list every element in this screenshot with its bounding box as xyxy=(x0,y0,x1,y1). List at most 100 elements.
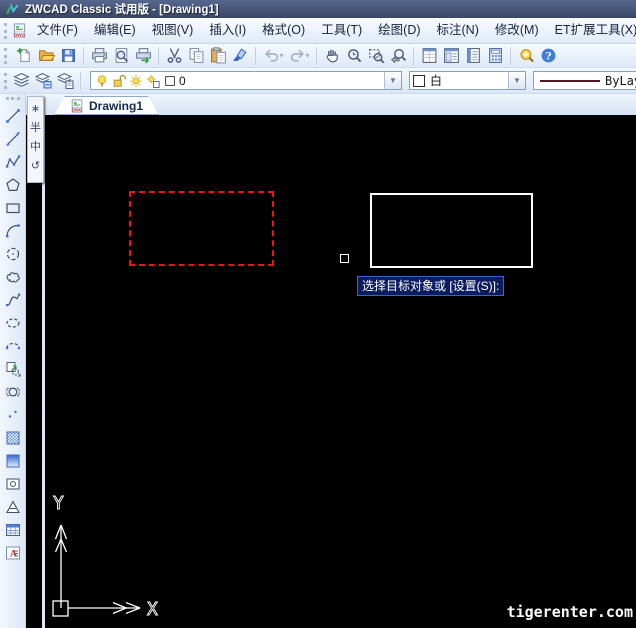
wipeout-icon[interactable] xyxy=(3,498,23,515)
svg-text:?: ? xyxy=(545,50,551,63)
gradient-icon[interactable] xyxy=(3,452,23,469)
tab-drawing1[interactable]: DWG Drawing1 xyxy=(54,96,159,115)
layer-toolbar-grip[interactable] xyxy=(4,72,7,89)
draw-toolbar-grip[interactable] xyxy=(5,97,20,103)
layer-color-swatch xyxy=(161,73,178,89)
standard-toolbar-buttons: ▾ ▾? xyxy=(13,46,559,66)
polyline-icon[interactable] xyxy=(3,153,23,170)
linetype-combobox[interactable]: ByLayer xyxy=(533,71,636,90)
menu-item-0[interactable]: 文件(F) xyxy=(29,18,86,43)
print-preview-icon[interactable] xyxy=(110,46,132,66)
ucs-icon: Y X xyxy=(52,493,158,620)
circle-icon[interactable] xyxy=(3,245,23,262)
layer-combobox[interactable]: 0 ▼ xyxy=(90,71,402,90)
match-properties-icon[interactable] xyxy=(229,46,251,66)
osnap-center-icon[interactable]: ↺ xyxy=(28,158,43,174)
region-icon[interactable] xyxy=(3,475,23,492)
color-combo-dropdown-icon[interactable]: ▼ xyxy=(508,72,525,89)
zwcad-logo-icon xyxy=(5,2,20,16)
color-value: 白 xyxy=(430,74,443,88)
make-block-icon[interactable] xyxy=(3,383,23,400)
draw-toolbar-buttons: A xyxy=(3,107,23,567)
color-combobox[interactable]: 白 ▼ xyxy=(409,71,526,90)
osnap-midpoint-icon[interactable]: 中 xyxy=(28,139,43,155)
unlock-icon xyxy=(110,73,127,89)
layer-manager-icon[interactable] xyxy=(10,71,32,91)
window-title: ZWCAD Classic 试用版 - [Drawing1] xyxy=(25,4,219,16)
insert-block-icon[interactable] xyxy=(3,360,23,377)
menu-item-7[interactable]: 标注(N) xyxy=(429,18,487,43)
plot-icon[interactable] xyxy=(132,46,154,66)
osnap-buttons: ∗ 半中 ↺ xyxy=(28,101,43,174)
logo-holder xyxy=(5,2,20,16)
selected-rectangle-entity[interactable] xyxy=(129,191,274,266)
zwcad-window: { "window": { "title": "ZWCAD Classic 试用… xyxy=(0,0,636,628)
zoom-realtime-icon[interactable] xyxy=(343,46,365,66)
rectangle-entity[interactable] xyxy=(370,193,533,268)
layer-states-icon[interactable] xyxy=(54,71,76,91)
osnap-mini-toolbar: ∗ 半中 ↺ xyxy=(27,96,44,183)
polygon-icon[interactable] xyxy=(3,176,23,193)
line-icon[interactable] xyxy=(3,107,23,124)
menu-grip[interactable] xyxy=(4,22,7,39)
menu-item-3[interactable]: 插入(I) xyxy=(201,18,254,43)
osnap-from-icon[interactable]: 半 xyxy=(28,120,43,136)
drawing-canvas[interactable]: 选择目标对象或 [设置(S)]: Y X tigerenter.com xyxy=(26,115,636,628)
color-swatch-white xyxy=(413,74,425,87)
menu-item-4[interactable]: 格式(O) xyxy=(254,18,313,43)
menu-item-6[interactable]: 绘图(D) xyxy=(370,18,428,43)
table-icon[interactable] xyxy=(3,521,23,538)
menu-item-5[interactable]: 工具(T) xyxy=(313,18,370,43)
revision-cloud-icon[interactable] xyxy=(3,268,23,285)
sun-icon xyxy=(127,73,144,89)
dwg-file-icon[interactable]: DWG xyxy=(10,23,29,38)
watermark-text: tigerenter.com xyxy=(506,603,633,621)
zoom-previous-icon[interactable] xyxy=(387,46,409,66)
standard-toolbar-grip[interactable] xyxy=(4,47,10,64)
document-tab-bar: DWG Drawing1 xyxy=(26,94,636,115)
menu-item-9[interactable]: ET扩展工具(X) xyxy=(547,18,636,43)
arc-icon[interactable] xyxy=(3,222,23,239)
properties-palette-icon[interactable] xyxy=(418,46,440,66)
bulb-icon xyxy=(93,73,110,89)
tab-label: Drawing1 xyxy=(89,98,144,113)
menu-item-8[interactable]: 修改(M) xyxy=(487,18,547,43)
menu-item-1[interactable]: 编辑(E) xyxy=(86,18,144,43)
rectangle-icon[interactable] xyxy=(3,199,23,216)
osnap-temp-track-icon[interactable]: ∗ xyxy=(28,101,43,117)
construction-line-icon[interactable] xyxy=(3,130,23,147)
layer-name-value: 0 xyxy=(179,73,186,88)
pan-icon[interactable] xyxy=(321,46,343,66)
spline-icon[interactable] xyxy=(3,291,23,308)
print-icon[interactable] xyxy=(88,46,110,66)
tab-icon-holder: DWG xyxy=(70,99,84,113)
tool-palettes-icon[interactable] xyxy=(462,46,484,66)
ellipse-arc-icon[interactable] xyxy=(3,337,23,354)
ellipse-icon[interactable] xyxy=(3,314,23,331)
find-icon[interactable] xyxy=(515,46,537,66)
toolbar-separator xyxy=(158,46,159,65)
layer-previous-icon[interactable] xyxy=(32,71,54,91)
layer-combo-dropdown-icon[interactable]: ▼ xyxy=(384,72,401,89)
cut-icon[interactable] xyxy=(163,46,185,66)
zoom-window-icon[interactable] xyxy=(365,46,387,66)
toolbar-separator xyxy=(413,46,414,65)
freeze-viewport-icon xyxy=(144,73,161,89)
menu-bar: DWG 文件(F) 编辑(E) 视图(V) 插入(I) 格式(O) 工具(T) 绘图(D) 标… xyxy=(0,18,636,44)
help-icon[interactable]: ? xyxy=(537,46,559,66)
hatch-icon[interactable] xyxy=(3,429,23,446)
new-file-icon[interactable] xyxy=(13,46,35,66)
quick-calc-icon[interactable] xyxy=(484,46,506,66)
design-center-icon[interactable] xyxy=(440,46,462,66)
paste-icon[interactable] xyxy=(207,46,229,66)
point-icon[interactable] xyxy=(3,406,23,423)
redo-dropdown-icon[interactable]: ▾ xyxy=(303,46,312,66)
open-icon[interactable] xyxy=(35,46,57,66)
mtext-icon[interactable]: A xyxy=(3,544,23,561)
undo-dropdown-icon[interactable]: ▾ xyxy=(277,46,286,66)
copy-icon[interactable] xyxy=(185,46,207,66)
menu-item-2[interactable]: 视图(V) xyxy=(144,18,202,43)
save-icon[interactable] xyxy=(57,46,79,66)
dwg-file-icon: DWG xyxy=(70,99,84,113)
toolbar-separator xyxy=(316,46,317,65)
